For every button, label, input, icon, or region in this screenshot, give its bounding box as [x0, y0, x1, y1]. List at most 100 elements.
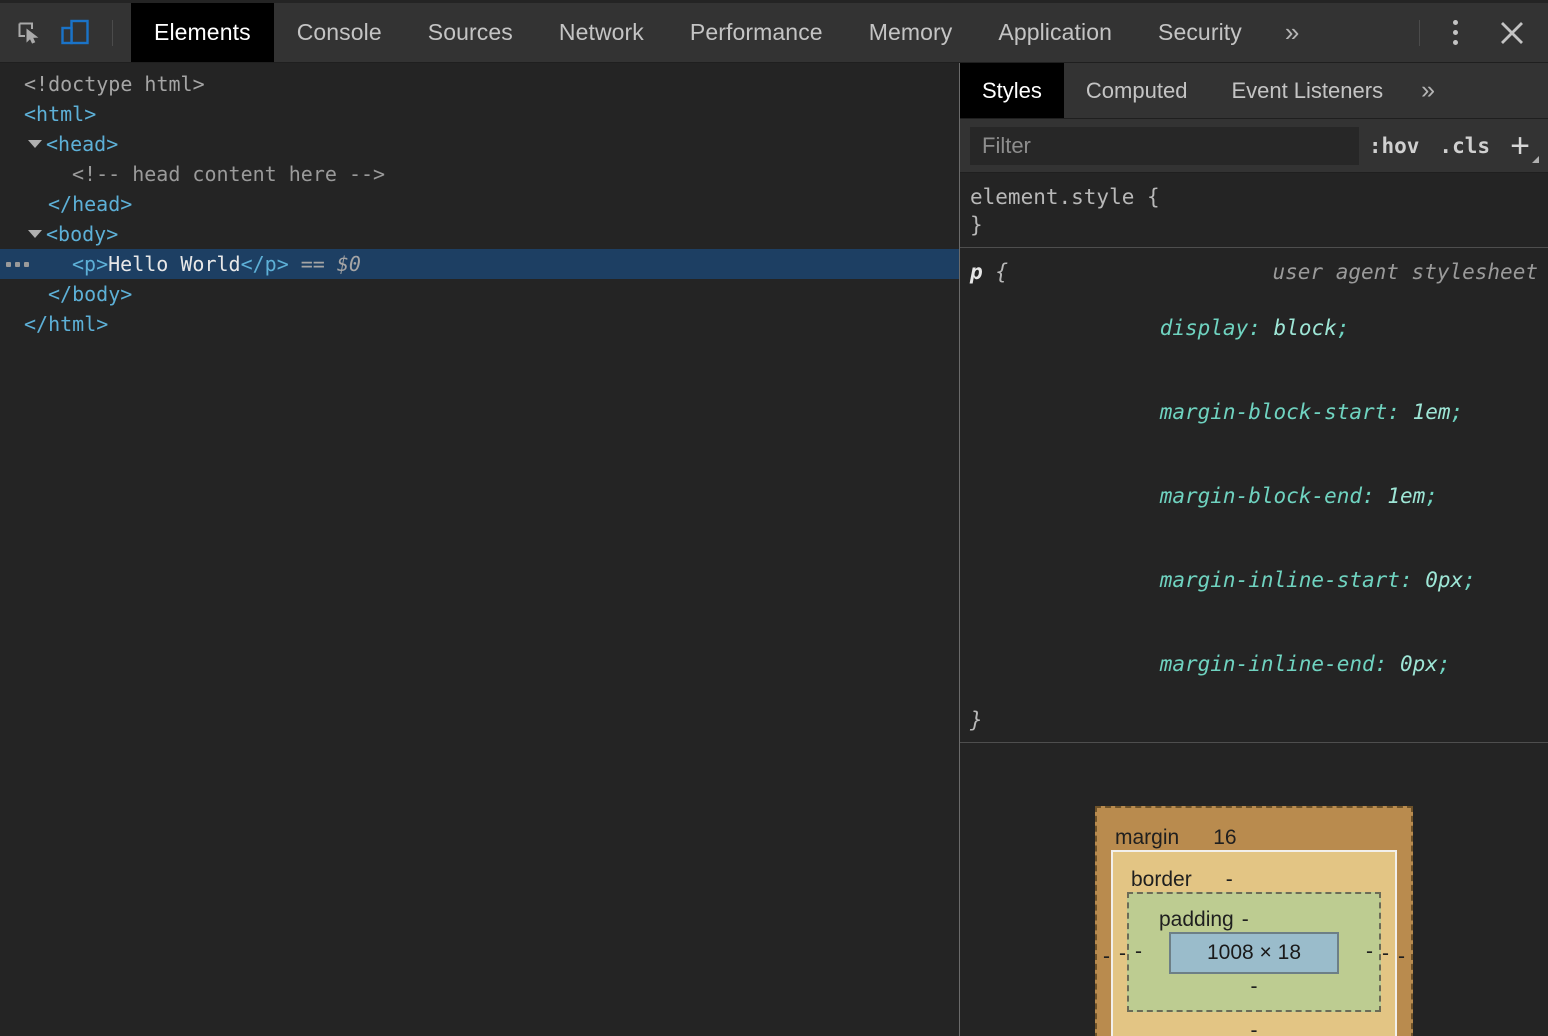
- dom-node-text: <head>: [46, 132, 119, 156]
- toolbar-icon-group: [0, 3, 131, 62]
- dom-row-body-open[interactable]: <body>: [0, 219, 959, 249]
- styles-more-tabs-chevron-icon[interactable]: »: [1405, 63, 1451, 118]
- rule-close-brace: }: [970, 708, 983, 732]
- rule-header: element.style {: [970, 183, 1548, 211]
- box-model-margin[interactable]: margin 16 - - border - - - padding - - -…: [1095, 806, 1413, 1036]
- dom-row-selected-paragraph[interactable]: <p> Hello World </p> == $0: [0, 249, 959, 279]
- tab-sources[interactable]: Sources: [405, 3, 536, 62]
- declaration-margin-inline-end[interactable]: margin-inline-end: 0px;: [970, 622, 1548, 706]
- new-style-rule-button[interactable]: +: [1500, 126, 1540, 166]
- rule-p-user-agent[interactable]: p { user agent stylesheet display: block…: [960, 248, 1548, 743]
- declaration-property[interactable]: margin-block-end: [1160, 484, 1362, 508]
- toolbar-right-group: [1413, 3, 1548, 62]
- more-tabs-chevron-icon[interactable]: »: [1265, 3, 1320, 62]
- box-model-padding-header: padding -: [1141, 908, 1367, 932]
- css-rules-list: element.style { } p { user agent stylesh…: [960, 173, 1548, 743]
- declaration-value[interactable]: 1em: [1387, 484, 1425, 508]
- declaration-value[interactable]: 1em: [1413, 400, 1451, 424]
- declaration-value[interactable]: 0px: [1425, 568, 1463, 592]
- box-model-border-bottom[interactable]: -: [1127, 1018, 1381, 1036]
- box-model-border[interactable]: border - - - padding - - - 1008 × 18 - -: [1111, 850, 1397, 1036]
- console-reference-label: $0: [336, 252, 361, 276]
- box-model-margin-top[interactable]: 16: [1213, 826, 1236, 850]
- box-model-content-size[interactable]: 1008 × 18: [1169, 932, 1339, 974]
- dom-row-html-close[interactable]: </html>: [0, 309, 959, 339]
- device-toolbar-icon[interactable]: [60, 18, 90, 48]
- vertical-dots-icon[interactable]: [1438, 15, 1472, 51]
- styles-tabbar: Styles Computed Event Listeners »: [960, 63, 1548, 119]
- box-model-border-right[interactable]: -: [1382, 942, 1389, 966]
- tab-security[interactable]: Security: [1135, 3, 1265, 62]
- styles-filter-bar: :hov .cls +: [960, 119, 1548, 173]
- tab-elements[interactable]: Elements: [131, 3, 274, 62]
- styles-pane: Styles Computed Event Listeners » :hov .…: [960, 63, 1548, 1036]
- declaration-display[interactable]: display: block;: [970, 286, 1548, 370]
- box-model-margin-left[interactable]: -: [1103, 945, 1110, 969]
- dom-row-head-open[interactable]: <head>: [0, 129, 959, 159]
- dom-node-equals: ==: [300, 252, 325, 276]
- dom-row-html-open[interactable]: <html>: [0, 99, 959, 129]
- dom-tree-pane: <!doctype html> <html> <head> <!-- head …: [0, 63, 959, 1036]
- tab-application[interactable]: Application: [975, 3, 1135, 62]
- dom-node-open-tag: <p>: [72, 252, 109, 276]
- box-model-margin-label: margin: [1115, 826, 1180, 849]
- box-model-border-header: border -: [1127, 868, 1381, 892]
- box-model-margin-right[interactable]: -: [1398, 945, 1405, 969]
- box-model-padding-bottom[interactable]: -: [1141, 974, 1367, 1000]
- box-model-border-left[interactable]: -: [1119, 942, 1126, 966]
- dom-row-head-comment[interactable]: <!-- head content here -->: [0, 159, 959, 189]
- tab-event-listeners[interactable]: Event Listeners: [1209, 63, 1405, 118]
- dom-node-close-tag: </p>: [240, 252, 289, 276]
- dropdown-corner-icon[interactable]: [1532, 155, 1539, 163]
- element-classes-cls-button[interactable]: .cls: [1429, 134, 1500, 158]
- box-model-padding-right[interactable]: -: [1366, 940, 1373, 964]
- rule-open-brace: {: [1147, 185, 1160, 209]
- box-model-margin-header: margin 16: [1111, 826, 1397, 850]
- tab-performance[interactable]: Performance: [667, 3, 846, 62]
- plus-icon: +: [1510, 126, 1530, 165]
- devtools-main: <!doctype html> <html> <head> <!-- head …: [0, 63, 1548, 1036]
- close-icon[interactable]: [1492, 13, 1532, 53]
- dom-row-head-close[interactable]: </head>: [0, 189, 959, 219]
- expand-triangle-icon[interactable]: [28, 140, 42, 148]
- force-state-hov-button[interactable]: :hov: [1359, 134, 1430, 158]
- devtools-window: Elements Console Sources Network Perform…: [0, 0, 1548, 1036]
- filter-input[interactable]: [970, 126, 1359, 165]
- tab-computed[interactable]: Computed: [1064, 63, 1210, 118]
- box-model-padding-top[interactable]: -: [1242, 908, 1249, 932]
- declaration-margin-inline-start[interactable]: margin-inline-start: 0px;: [970, 538, 1548, 622]
- tab-console[interactable]: Console: [274, 3, 405, 62]
- tab-network[interactable]: Network: [536, 3, 667, 62]
- rule-selector[interactable]: p: [970, 258, 983, 286]
- declaration-margin-block-start[interactable]: margin-block-start: 1em;: [970, 370, 1548, 454]
- box-model-border-label: border: [1131, 868, 1192, 891]
- declaration-property[interactable]: margin-inline-start: [1160, 568, 1400, 592]
- box-model-border-top[interactable]: -: [1226, 868, 1233, 892]
- rule-selector[interactable]: element.style: [970, 183, 1134, 211]
- toolbar-separator: [112, 19, 113, 46]
- dom-tree: <!doctype html> <html> <head> <!-- head …: [0, 63, 959, 339]
- box-model-section: margin 16 - - border - - - padding - - -…: [960, 743, 1548, 1036]
- dom-node-text: </head>: [48, 192, 133, 216]
- dom-row-body-close[interactable]: </body>: [0, 279, 959, 309]
- rule-element-style[interactable]: element.style { }: [960, 173, 1548, 248]
- dom-row-doctype[interactable]: <!doctype html>: [0, 69, 959, 99]
- collapsed-content-badge[interactable]: [6, 261, 29, 267]
- declaration-value[interactable]: 0px: [1400, 652, 1438, 676]
- rule-origin-label[interactable]: user agent stylesheet: [1272, 258, 1548, 286]
- tab-styles[interactable]: Styles: [960, 63, 1064, 118]
- declaration-value[interactable]: block: [1274, 316, 1337, 340]
- declaration-property[interactable]: margin-inline-end: [1160, 652, 1375, 676]
- rule-header: p { user agent stylesheet: [970, 258, 1548, 286]
- tab-memory[interactable]: Memory: [846, 3, 976, 62]
- inspect-element-icon[interactable]: [14, 18, 44, 48]
- declaration-property[interactable]: margin-block-start: [1160, 400, 1388, 424]
- box-model-padding-left[interactable]: -: [1135, 940, 1142, 964]
- dom-node-text: <!-- head content here -->: [72, 162, 386, 186]
- declaration-margin-block-end[interactable]: margin-block-end: 1em;: [970, 454, 1548, 538]
- expand-triangle-icon[interactable]: [28, 230, 42, 238]
- toolbar-separator-right: [1419, 19, 1420, 46]
- box-model-padding[interactable]: padding - - - 1008 × 18 -: [1127, 892, 1381, 1012]
- declaration-property[interactable]: display: [1160, 316, 1249, 340]
- dom-node-text: <body>: [46, 222, 119, 246]
